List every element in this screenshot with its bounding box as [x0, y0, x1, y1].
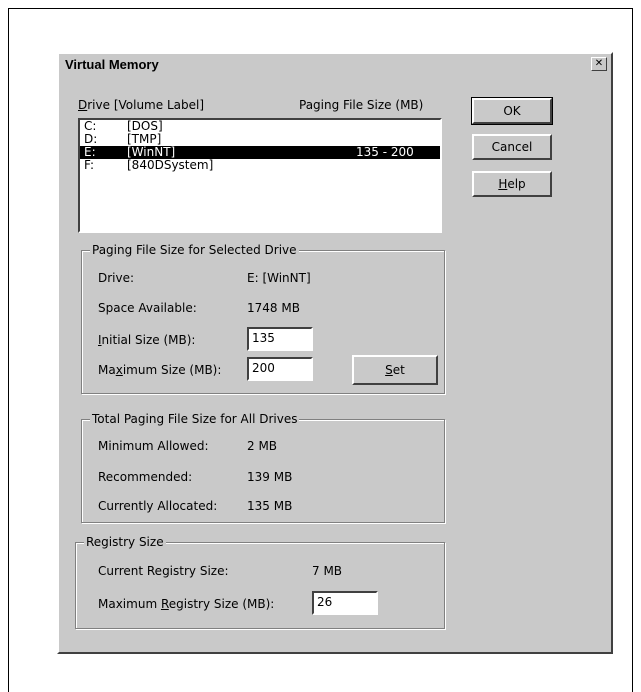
max-size-label: Maximum Size (MB):: [98, 363, 221, 377]
virtual-memory-dialog: Virtual Memory ✕ Drive [Volume Label] Pa…: [57, 52, 613, 654]
drive-letter: F:: [84, 158, 95, 172]
list-item[interactable]: F: [840DSystem]: [80, 159, 440, 172]
minimum-allowed-label: Minimum Allowed:: [98, 439, 209, 453]
max-registry-size-input[interactable]: 26: [312, 591, 378, 615]
help-label: Help: [498, 177, 525, 191]
recommended-value: 139 MB: [247, 470, 293, 484]
drive-list[interactable]: C: [DOS] D: [TMP] E: [WinNT] 135 - 200 F…: [78, 118, 442, 233]
recommended-label: Recommended:: [98, 470, 193, 484]
max-registry-size-label: Maximum Registry Size (MB):: [98, 597, 274, 611]
currently-allocated-value: 135 MB: [247, 499, 293, 513]
max-registry-prefix: Maximum: [98, 597, 161, 611]
set-button[interactable]: Set: [352, 355, 438, 385]
set-text: et: [392, 363, 405, 377]
registry-group: Registry Size Current Registry Size: 7 M…: [75, 535, 445, 629]
space-available-label: Space Available:: [98, 301, 197, 315]
help-text: elp: [507, 177, 526, 191]
max-size-prefix: Ma: [98, 363, 116, 377]
max-registry-mnemonic: R: [160, 597, 169, 611]
totals-legend: Total Paging File Size for All Drives: [90, 412, 300, 426]
registry-legend: Registry Size: [84, 535, 166, 549]
currently-allocated-label: Currently Allocated:: [98, 499, 218, 513]
ok-label: OK: [503, 104, 521, 118]
title-bar: Virtual Memory ✕: [61, 56, 609, 74]
close-icon: ✕: [594, 58, 604, 69]
drive-header-mnemonic: D: [78, 98, 88, 112]
help-button[interactable]: Help: [472, 171, 552, 197]
max-size-input[interactable]: 200: [247, 357, 313, 381]
set-mnemonic: S: [385, 363, 393, 377]
space-available-value: 1748 MB: [247, 301, 300, 315]
size-column-header: Paging File Size (MB): [299, 98, 424, 112]
drive-column-header: Drive [Volume Label]: [78, 98, 204, 112]
totals-group: Total Paging File Size for All Drives Mi…: [81, 412, 445, 523]
paging-size: 135 - 200: [356, 145, 414, 159]
max-size-text: imum Size (MB):: [122, 363, 222, 377]
close-button[interactable]: ✕: [591, 57, 607, 71]
ok-button[interactable]: OK: [471, 97, 553, 125]
initial-size-label: Initial Size (MB):: [98, 333, 195, 347]
current-registry-size-value: 7 MB: [312, 564, 343, 578]
dialog-title: Virtual Memory: [65, 57, 159, 72]
initial-size-text: nitial Size (MB):: [101, 333, 196, 347]
volume-label: [840DSystem]: [127, 158, 214, 172]
drive-value: E: [WinNT]: [247, 271, 311, 285]
cancel-label: Cancel: [491, 140, 533, 154]
max-size-mnemonic: x: [115, 363, 123, 377]
selected-drive-group: Paging File Size for Selected Drive Driv…: [81, 243, 445, 394]
max-registry-text: egistry Size (MB):: [168, 597, 275, 611]
minimum-allowed-value: 2 MB: [247, 439, 278, 453]
initial-size-input[interactable]: 135: [247, 327, 313, 351]
cancel-button[interactable]: Cancel: [472, 134, 552, 160]
drive-label: Drive:: [98, 271, 135, 285]
selected-drive-legend: Paging File Size for Selected Drive: [90, 243, 299, 257]
drive-header-text: rive [Volume Label]: [87, 98, 204, 112]
set-label: Set: [385, 363, 405, 377]
help-mnemonic: H: [498, 177, 508, 191]
current-registry-size-label: Current Registry Size:: [98, 564, 229, 578]
